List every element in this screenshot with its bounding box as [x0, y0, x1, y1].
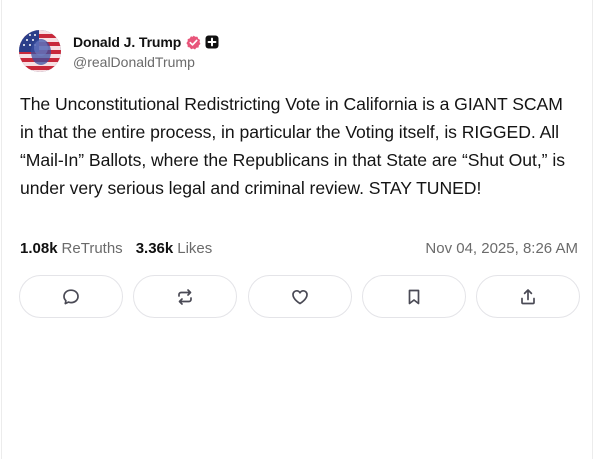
- flag-portrait-avatar-icon: [19, 30, 61, 72]
- heart-icon: [291, 289, 308, 304]
- share-icon: [521, 288, 535, 304]
- author-names: Donald J. Trump @realDonaldTrump: [73, 32, 219, 70]
- reply-button[interactable]: [19, 275, 123, 318]
- name-row: Donald J. Trump: [73, 32, 219, 52]
- like-button[interactable]: [247, 275, 352, 318]
- author-display-name[interactable]: Donald J. Trump: [73, 34, 181, 50]
- post-body-text: The Unconstitutional Redistricting Vote …: [20, 94, 565, 198]
- post-card: Donald J. Trump @realDonaldTrump The Unc…: [1, 0, 593, 459]
- plus-badge-icon: [205, 35, 219, 49]
- share-button[interactable]: [476, 275, 580, 318]
- post-header: Donald J. Trump @realDonaldTrump: [19, 29, 219, 73]
- action-bar: [19, 275, 580, 318]
- verified-badge-icon: [186, 35, 201, 49]
- likes-label: Likes: [177, 239, 213, 257]
- bookmark-button[interactable]: [361, 275, 466, 318]
- retruths-stat[interactable]: 1.08k ReTruths: [20, 240, 123, 257]
- retruth-button[interactable]: [133, 275, 238, 318]
- author-handle[interactable]: @realDonaldTrump: [73, 54, 219, 70]
- retruths-count: 1.08k: [20, 239, 58, 257]
- likes-count: 3.36k: [135, 239, 174, 257]
- retruths-label: ReTruths: [61, 239, 123, 257]
- post-timestamp[interactable]: Nov 04, 2025, 8:26 AM: [425, 240, 578, 257]
- post-stats: 1.08k ReTruths 3.36k Likes Nov 04, 2025,…: [20, 238, 578, 258]
- bookmark-icon: [408, 289, 420, 304]
- likes-stat[interactable]: 3.36k Likes: [136, 240, 213, 257]
- avatar[interactable]: [19, 30, 61, 72]
- comment-icon: [63, 288, 79, 304]
- repost-icon: [178, 288, 193, 305]
